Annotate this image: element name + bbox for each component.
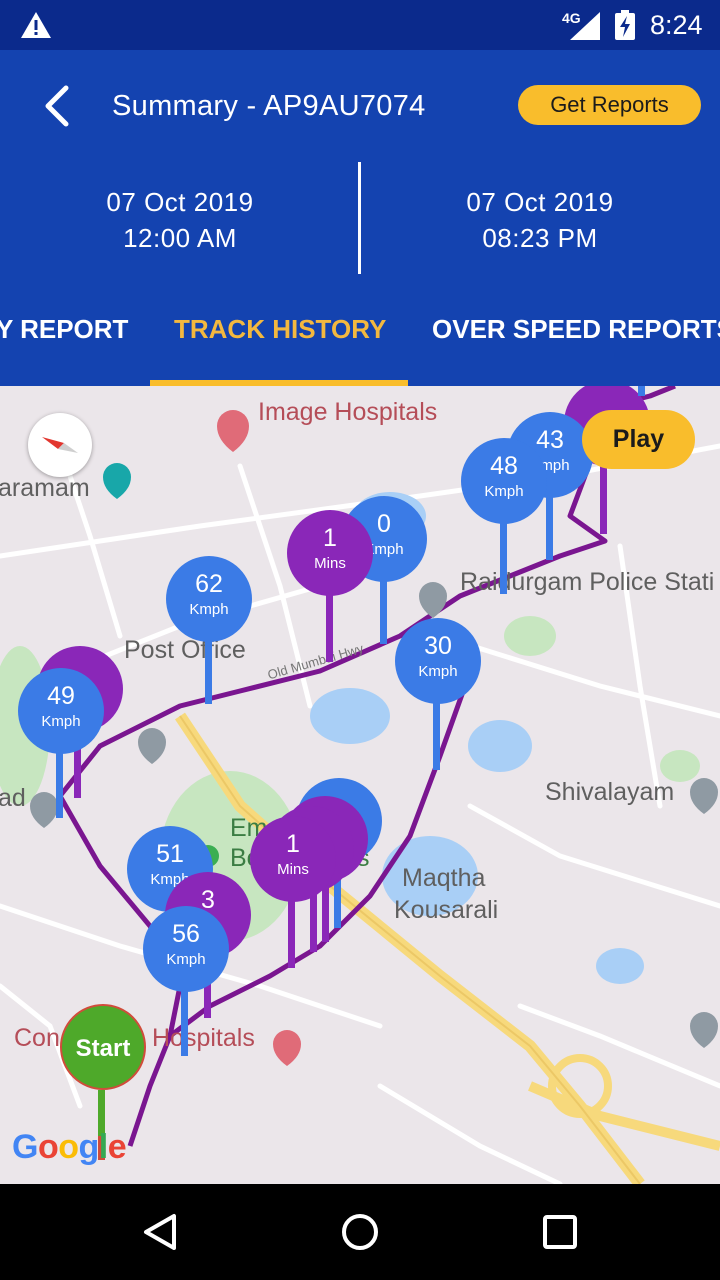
back-triangle-icon[interactable] (140, 1212, 180, 1252)
marker-unit: Kmph (189, 601, 229, 618)
summary-header: Summary - AP9AU7074 Get Reports 07 Oct 2… (0, 50, 720, 386)
system-nav-bar (0, 1184, 720, 1280)
map-marker-stop[interactable]: 1 Mins (287, 510, 373, 596)
signal-icon (570, 12, 600, 40)
marker-value: 1 (323, 524, 337, 552)
clock: 8:24 (650, 10, 703, 40)
to-date-range[interactable]: 07 Oct 2019 08:23 PM (360, 184, 720, 256)
marker-stem (638, 386, 645, 396)
marker-unit: Mins (314, 555, 346, 572)
marker-stem (205, 636, 212, 704)
google-logo: Google (12, 1128, 127, 1166)
play-button[interactable]: Play (582, 410, 695, 469)
from-time: 12:00 AM (123, 223, 237, 253)
to-time: 08:23 PM (482, 223, 598, 253)
map-label-image-hospitals: Image Hospitals (258, 398, 438, 426)
chevron-left-icon[interactable] (40, 84, 74, 128)
marker-unit: Kmph (41, 713, 81, 730)
map-marker-speed[interactable]: 48 Kmph (461, 438, 547, 524)
map-label-post-office: Post Office (124, 636, 246, 664)
home-circle-icon[interactable] (340, 1212, 380, 1252)
map-marker-speed[interactable]: 30 Kmph (395, 618, 481, 704)
warning-icon (21, 12, 51, 38)
map-label-ad: ad (0, 784, 26, 812)
map-marker-speed[interactable]: 49 Kmph (18, 668, 104, 754)
tab-over-speed-reports[interactable]: OVER SPEED REPORTS (432, 314, 720, 345)
tab-track-history[interactable]: TRACK HISTORY (174, 314, 386, 345)
map-marker-speed[interactable]: 62 Kmph (166, 556, 252, 642)
compass-button[interactable] (28, 413, 92, 477)
marker-value: 30 (424, 632, 452, 660)
page-title: Summary - AP9AU7074 (112, 90, 426, 122)
map-label-maqtha: Maqtha (402, 864, 486, 892)
marker-value: 49 (47, 682, 75, 710)
marker-unit: Mins (277, 861, 309, 878)
start-marker[interactable]: Start (60, 1004, 146, 1090)
marker-stem (433, 696, 440, 770)
from-date: 07 Oct 2019 (106, 187, 254, 217)
status-bar: 4G 8:24 (0, 0, 720, 50)
marker-unit: Kmph (484, 483, 524, 500)
tab-summary-report[interactable]: Y REPORT (0, 314, 128, 345)
marker-value: 51 (156, 840, 184, 868)
map-marker-speed[interactable]: 56 Kmph (143, 906, 229, 992)
compass-icon (42, 437, 78, 453)
marker-value: 56 (172, 920, 200, 948)
map-label-aramam: aramam (0, 474, 90, 502)
get-reports-button[interactable]: Get Reports (518, 85, 701, 125)
from-date-range[interactable]: 07 Oct 2019 12:00 AM (0, 184, 360, 256)
battery-charging-icon (615, 10, 635, 40)
marker-unit: Kmph (418, 663, 458, 680)
marker-unit: Kmph (166, 951, 206, 968)
map-label-shivalayam: Shivalayam (545, 778, 675, 806)
map-marker-stop[interactable]: 1 Mins (250, 816, 336, 902)
map-label-raidurgam: Raidurgam Police Stati (460, 568, 715, 596)
marker-value: 1 (286, 830, 300, 858)
map-label-hospitals: Hospitals (152, 1024, 255, 1052)
recents-square-icon[interactable] (540, 1212, 580, 1252)
to-date: 07 Oct 2019 (466, 187, 614, 217)
marker-value: 48 (490, 452, 518, 480)
map-label-con: Con (14, 1024, 60, 1052)
track-map[interactable]: Image Hospitals aramam Raidurgam Police … (0, 386, 720, 1184)
marker-value: 62 (195, 570, 223, 598)
map-label-kousarali: Kousarali (394, 896, 499, 924)
